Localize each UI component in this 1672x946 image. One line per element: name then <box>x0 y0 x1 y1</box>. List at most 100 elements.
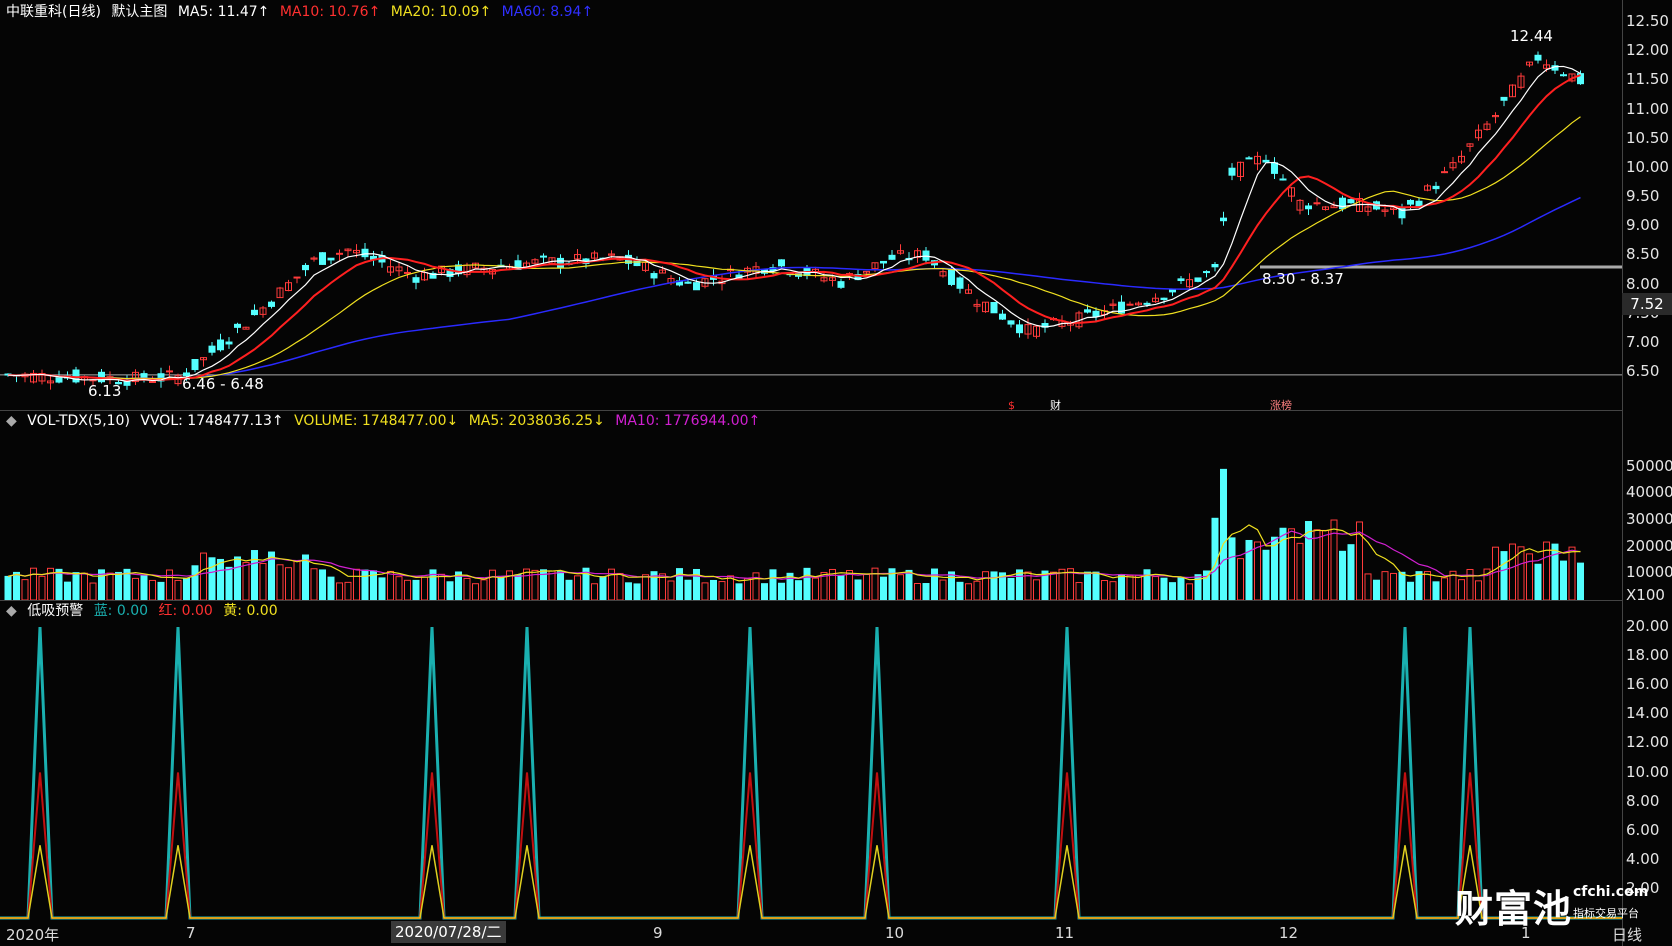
candle-body <box>1432 185 1440 190</box>
candle-body <box>1262 159 1270 163</box>
volume-bar <box>217 558 224 601</box>
volume-bar <box>174 579 182 601</box>
volume-bar <box>599 576 607 601</box>
volume-bar <box>956 581 964 601</box>
indicator-axis-label: 16.00 <box>1626 675 1669 694</box>
volume-bar <box>234 556 241 601</box>
volume-bar <box>990 571 998 601</box>
volume-bar <box>1135 574 1142 601</box>
volume-bar <box>1313 529 1321 601</box>
candle-body <box>327 257 335 261</box>
candle-body <box>1126 303 1134 306</box>
price-axis-label: 11.00 <box>1626 99 1669 118</box>
indicator-axis-label: 18.00 <box>1626 646 1669 665</box>
volume-bar <box>973 580 981 601</box>
volume-bar <box>438 573 445 601</box>
price-axis-label: 12.00 <box>1626 41 1669 60</box>
volume-bar <box>64 581 71 601</box>
candle-body <box>1271 162 1278 174</box>
price-axis-label: 8.50 <box>1626 245 1660 264</box>
volume-bar <box>140 575 148 601</box>
current-price-tag: 7.52 <box>1622 293 1672 315</box>
volume-bar <box>727 575 734 601</box>
volume-bar <box>633 583 641 601</box>
volume-bar <box>1390 572 1397 601</box>
volume-bar <box>1458 579 1465 601</box>
candle-body <box>1500 96 1508 101</box>
volume-bar <box>625 582 632 601</box>
volume-bar <box>81 572 88 601</box>
volume-bar <box>1007 577 1015 601</box>
volume-bar <box>701 582 709 601</box>
candle-body <box>319 252 326 265</box>
candle-body <box>1415 200 1423 207</box>
volume-bar <box>387 570 394 601</box>
candle-body <box>880 260 887 264</box>
price-axis-label: 9.50 <box>1626 187 1660 205</box>
volume-bar <box>514 574 522 601</box>
price-axis-label: 8.00 <box>1626 274 1660 293</box>
volume-bar <box>667 580 675 601</box>
candle-body <box>208 345 216 353</box>
volume-bar <box>548 570 556 601</box>
range-annotation: 8.30 - 8.37 <box>1262 270 1344 288</box>
period-label[interactable]: 日线 <box>1612 924 1642 945</box>
candle-body <box>956 277 964 289</box>
volume-bar <box>395 576 403 601</box>
volume-bar <box>208 557 216 601</box>
volume-axis-label: 40000 <box>1626 483 1672 502</box>
candle-body <box>404 271 411 274</box>
volume-bar <box>642 574 649 601</box>
candle-body <box>1160 297 1168 301</box>
volume-bar <box>446 581 454 601</box>
volume-bar <box>1407 581 1414 601</box>
candle-body <box>302 264 309 271</box>
volume-bar <box>1339 550 1346 601</box>
volume-bar <box>310 568 318 601</box>
candle-body <box>1305 205 1312 210</box>
volume-bar <box>1092 571 1100 601</box>
volume-bar <box>327 576 335 601</box>
volume-bar <box>948 571 955 601</box>
chart-canvas[interactable]: 12.446.13 6.46 - 6.488.30 - 8.37$ 财涨榜 <box>0 0 1672 946</box>
volume-bar <box>1237 558 1244 601</box>
indicator-axis-label: 20.00 <box>1626 617 1669 635</box>
volume-bar <box>1084 571 1091 601</box>
volume-bar <box>769 569 777 601</box>
volume-bar <box>1058 568 1066 601</box>
volume-bar <box>378 577 386 601</box>
volume-bar <box>463 577 471 601</box>
volume-bar <box>1432 581 1440 601</box>
volume-bar <box>676 568 683 601</box>
volume-bar <box>710 579 717 601</box>
candle-body <box>1228 167 1236 176</box>
candle-body <box>166 370 173 373</box>
volume-bar <box>616 572 624 601</box>
volume-bar <box>565 579 573 601</box>
candle-body <box>1279 178 1287 181</box>
volume-bar <box>735 583 743 601</box>
ma10-line <box>7 74 1581 382</box>
candle-body <box>650 273 658 279</box>
date-axis-label: 9 <box>653 924 663 942</box>
volume-bar <box>489 569 496 601</box>
date-axis-label: 11 <box>1055 924 1075 942</box>
volume-bar <box>1466 568 1474 601</box>
candle-body <box>268 301 275 307</box>
price-axis-label: 10.50 <box>1626 128 1669 147</box>
volume-bar <box>1373 579 1380 601</box>
volume-axis-label: 50000 <box>1626 456 1672 475</box>
volume-bar <box>1143 569 1151 601</box>
volume-bar <box>4 575 12 601</box>
volume-bar <box>319 569 326 601</box>
volume-bar <box>1568 546 1576 601</box>
candle-body <box>1016 324 1023 334</box>
volume-bar <box>684 579 692 601</box>
volume-bar <box>1381 571 1389 601</box>
candle-body <box>1347 199 1355 204</box>
volume-bar <box>1126 574 1134 601</box>
volume-bar <box>1033 579 1040 601</box>
price-axis-label: 11.50 <box>1626 70 1669 89</box>
volume-bar <box>1016 569 1023 601</box>
volume-bar <box>871 567 879 601</box>
